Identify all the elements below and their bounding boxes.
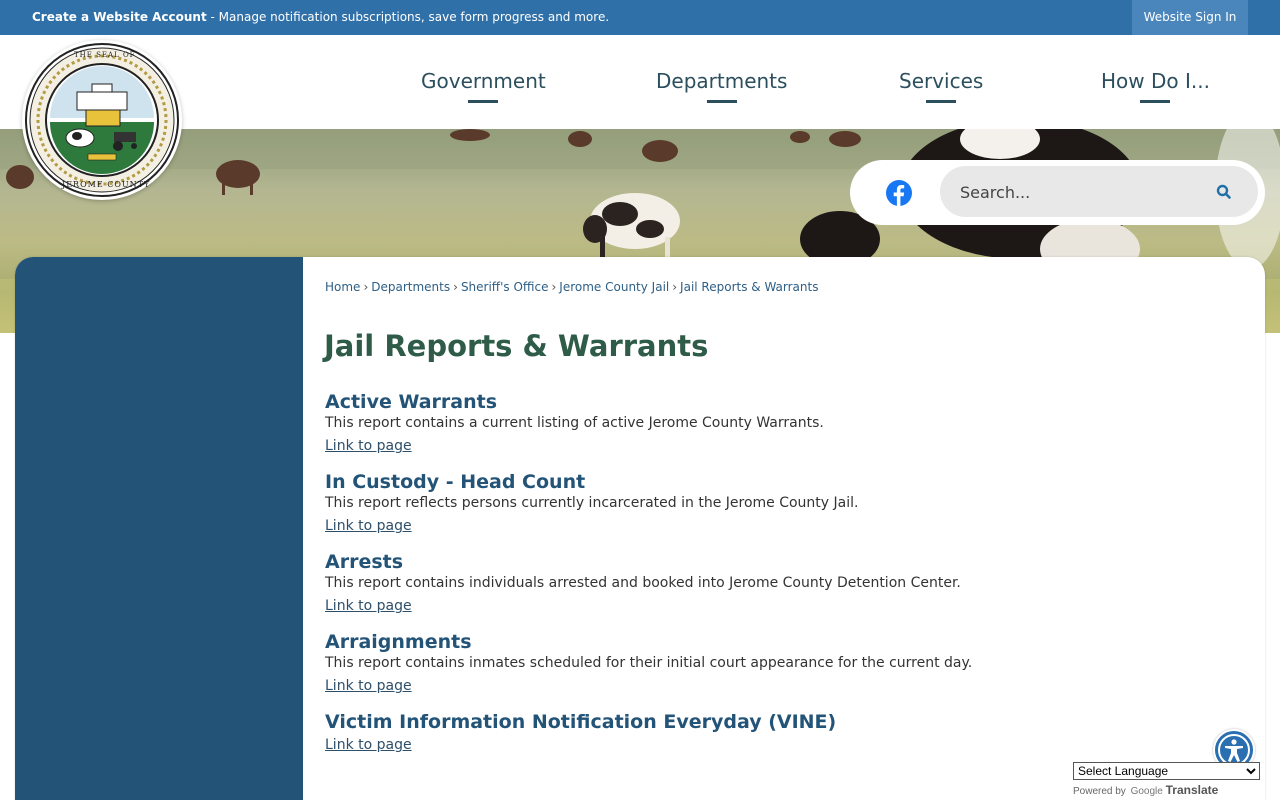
facebook-icon[interactable]: [886, 180, 912, 206]
breadcrumb-separator: ›: [363, 280, 369, 294]
report-link[interactable]: Link to page: [325, 518, 412, 535]
breadcrumb-home[interactable]: Home: [325, 280, 360, 294]
report-title: Victim Information Notification Everyday…: [325, 711, 837, 733]
main-content: Home › Departments › Sheriff's Office › Jerome…: [324, 257, 1225, 800]
search-input[interactable]: [960, 180, 1200, 204]
seal-top-text: THE SEAL OF: [74, 51, 136, 59]
report-description: This report contains inmates scheduled f…: [325, 655, 973, 671]
jerome-county-seal-logo[interactable]: THE SEAL OF JEROME COUNTY: [22, 40, 182, 200]
report-in-custody-head-count: In Custody - Head Count This report refl…: [325, 470, 858, 535]
nav-government[interactable]: Government: [421, 69, 546, 93]
report-link[interactable]: Link to page: [325, 737, 412, 754]
report-description: This report contains individuals arreste…: [325, 575, 961, 591]
translate-link[interactable]: Translate: [1166, 783, 1219, 797]
report-arrests: Arrests This report contains individuals…: [325, 550, 961, 615]
create-account-banner[interactable]: Create a Website Account - Manage notifi…: [32, 10, 609, 25]
powered-by-text: Powered by: [1073, 786, 1126, 797]
breadcrumb-separator: ›: [551, 280, 557, 294]
county-seal-icon: [25, 43, 179, 197]
report-title: In Custody - Head Count: [325, 471, 586, 493]
report-active-warrants: Active Warrants This report contains a c…: [325, 390, 824, 455]
page-title: Jail Reports & Warrants: [324, 329, 709, 363]
website-sign-in-button[interactable]: Website Sign In: [1132, 0, 1248, 35]
search-field: [940, 166, 1258, 217]
report-title: Active Warrants: [325, 391, 498, 413]
breadcrumb-separator: ›: [672, 280, 678, 294]
breadcrumb-jerome-county-jail[interactable]: Jerome County Jail: [559, 280, 669, 294]
report-title: Arraignments: [325, 631, 472, 653]
create-account-link[interactable]: Create a Website Account: [32, 10, 207, 24]
breadcrumb-departments[interactable]: Departments: [371, 280, 450, 294]
main-header: Government Departments Services How Do I…: [0, 35, 1280, 129]
report-link[interactable]: Link to page: [325, 438, 412, 455]
report-link[interactable]: Link to page: [325, 678, 412, 695]
create-account-description: - Manage notification subscriptions, sav…: [206, 10, 610, 24]
report-title: Arrests: [325, 551, 404, 573]
search-container: [850, 160, 1265, 225]
select-language-dropdown[interactable]: Select Language: [1073, 762, 1260, 780]
report-link[interactable]: Link to page: [325, 598, 412, 615]
report-description: This report contains a current listing o…: [325, 415, 824, 431]
content-panel: Home › Departments › Sheriff's Office › Jerome…: [15, 257, 1265, 800]
nav-departments[interactable]: Departments: [656, 69, 787, 93]
powered-by-google-translate: Powered by Google Translate: [1073, 783, 1218, 799]
breadcrumb-current-page[interactable]: Jail Reports & Warrants: [680, 280, 818, 294]
seal-bottom-text: JEROME COUNTY: [62, 180, 151, 189]
nav-how-do-i[interactable]: How Do I...: [1101, 69, 1210, 93]
nav-services[interactable]: Services: [899, 69, 983, 93]
search-icon[interactable]: [1215, 183, 1233, 201]
top-bar: Create a Website Account - Manage notifi…: [0, 0, 1280, 35]
sidebar: [15, 257, 303, 800]
breadcrumb-sheriffs-office[interactable]: Sheriff's Office: [461, 280, 549, 294]
breadcrumb-separator: ›: [453, 280, 458, 294]
google-translate-widget: Select Language: [1073, 760, 1260, 780]
report-vine: Victim Information Notification Everyday…: [325, 710, 836, 754]
report-arraignments: Arraignments This report contains inmate…: [325, 630, 972, 695]
breadcrumb: Home › Departments › Sheriff's Office › Jerome…: [325, 280, 818, 294]
report-description: This report reflects persons currently i…: [325, 495, 859, 511]
google-logo-text: Google: [1130, 786, 1163, 797]
